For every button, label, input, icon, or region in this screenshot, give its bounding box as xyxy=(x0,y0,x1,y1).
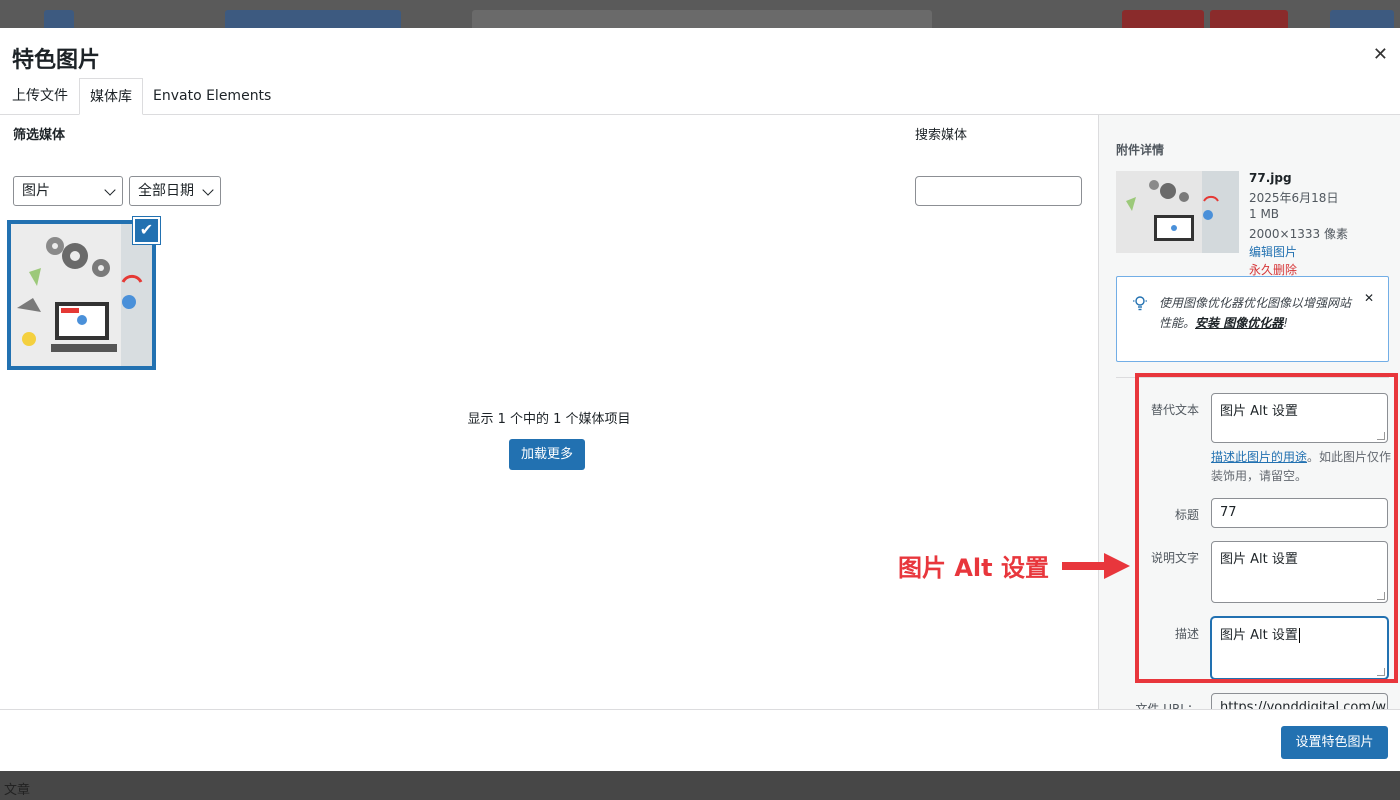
featured-image-modal: 特色图片 ✕ 上传文件 媒体库 Envato Elements 筛选媒体 图片 … xyxy=(0,28,1400,771)
attachment-size: 1 MB xyxy=(1249,207,1280,221)
bg-footer-text: 文章 xyxy=(4,783,31,798)
file-url-field[interactable]: https://yonddigital.com/wp xyxy=(1211,693,1388,709)
alt-text-help: 描述此图片的用途。如此图片仅作装饰用，请留空。 xyxy=(1211,448,1396,486)
description-field[interactable]: 图片 Alt 设置 xyxy=(1211,617,1388,679)
title-label: 标题 xyxy=(1174,508,1199,522)
media-tabs: 上传文件 媒体库 Envato Elements xyxy=(0,78,1400,115)
date-filter-value: 全部日期 xyxy=(138,183,194,199)
attachment-date: 2025年6月18日 xyxy=(1249,191,1339,205)
date-filter-select[interactable]: 全部日期 xyxy=(129,176,221,206)
title-field[interactable]: 77 xyxy=(1211,498,1388,528)
attachment-filename: 77.jpg xyxy=(1249,171,1292,185)
alt-text-value: 图片 Alt 设置 xyxy=(1220,404,1298,419)
alt-text-field[interactable]: 图片 Alt 设置 xyxy=(1211,393,1388,443)
annotation-label: 图片 Alt 设置 xyxy=(898,554,1049,582)
search-media-input[interactable] xyxy=(915,176,1082,206)
background-editor-toolbar xyxy=(0,0,1400,32)
modal-footer: 设置特色图片 xyxy=(0,709,1400,771)
resize-handle[interactable] xyxy=(1377,432,1385,440)
set-featured-image-button[interactable]: 设置特色图片 xyxy=(1281,726,1388,759)
attachment-details-sidebar: 附件详情 77.jpg 2025年6月18日 1 MB 2000×1333 像素… xyxy=(1098,115,1400,709)
caption-value: 图片 Alt 设置 xyxy=(1220,552,1298,567)
file-url-label: 文件 URL： xyxy=(1135,702,1199,709)
edit-image-link[interactable]: 编辑图片 xyxy=(1249,243,1297,260)
load-more-button[interactable]: 加载更多 xyxy=(509,439,585,470)
media-count-text: 显示 1 个中的 1 个媒体项目 xyxy=(467,412,631,427)
modal-title: 特色图片 xyxy=(12,48,101,73)
notice-suffix: ! xyxy=(1283,316,1289,330)
notice-text: 使用图像优化器优化图像以增强网站性能。安装 图像优化器! xyxy=(1159,293,1359,333)
chevron-down-icon xyxy=(104,184,116,196)
description-label: 描述 xyxy=(1174,627,1199,641)
annotation-arrow-icon xyxy=(1062,553,1130,579)
file-url-value: https://yonddigital.com/wp xyxy=(1220,700,1388,709)
caption-field[interactable]: 图片 Alt 设置 xyxy=(1211,541,1388,603)
close-icon[interactable]: ✕ xyxy=(1373,44,1388,65)
divider xyxy=(1116,377,1389,378)
media-type-select[interactable]: 图片 xyxy=(13,176,123,206)
image-optimizer-notice: 使用图像优化器优化图像以增强网站性能。安装 图像优化器! ✕ xyxy=(1116,276,1389,362)
resize-handle[interactable] xyxy=(1377,668,1385,676)
tab-media-library[interactable]: 媒体库 xyxy=(79,78,143,115)
describe-purpose-link[interactable]: 描述此图片的用途 xyxy=(1211,450,1307,464)
tab-upload[interactable]: 上传文件 xyxy=(2,78,78,115)
media-library-panel: 筛选媒体 图片 全部日期 搜索媒体 ✔ 显示 1 个中的 1 个媒体项目 加载更… xyxy=(0,115,1098,709)
title-value: 77 xyxy=(1220,505,1237,520)
dismiss-notice-icon[interactable]: ✕ xyxy=(1364,291,1374,305)
attachment-details-heading: 附件详情 xyxy=(1116,143,1165,157)
media-type-value: 图片 xyxy=(22,183,50,199)
alt-text-label: 替代文本 xyxy=(1150,403,1199,417)
background-editor-footer: 文章 xyxy=(0,771,1400,800)
lightbulb-icon xyxy=(1133,296,1147,311)
filter-label: 筛选媒体 xyxy=(13,128,66,143)
chevron-down-icon xyxy=(202,184,214,196)
attachment-preview xyxy=(1116,171,1239,253)
text-cursor xyxy=(1298,628,1300,643)
description-value: 图片 Alt 设置 xyxy=(1220,628,1298,643)
search-label: 搜索媒体 xyxy=(915,128,968,143)
attachment-dimensions: 2000×1333 像素 xyxy=(1249,227,1348,241)
attachment-preview-image xyxy=(1116,171,1239,253)
resize-handle[interactable] xyxy=(1377,592,1385,600)
tab-envato-elements[interactable]: Envato Elements xyxy=(143,78,281,115)
selected-check-icon[interactable]: ✔ xyxy=(133,217,160,244)
web-design-image xyxy=(11,224,152,366)
install-optimizer-link[interactable]: 安装 图像优化器 xyxy=(1195,316,1283,330)
